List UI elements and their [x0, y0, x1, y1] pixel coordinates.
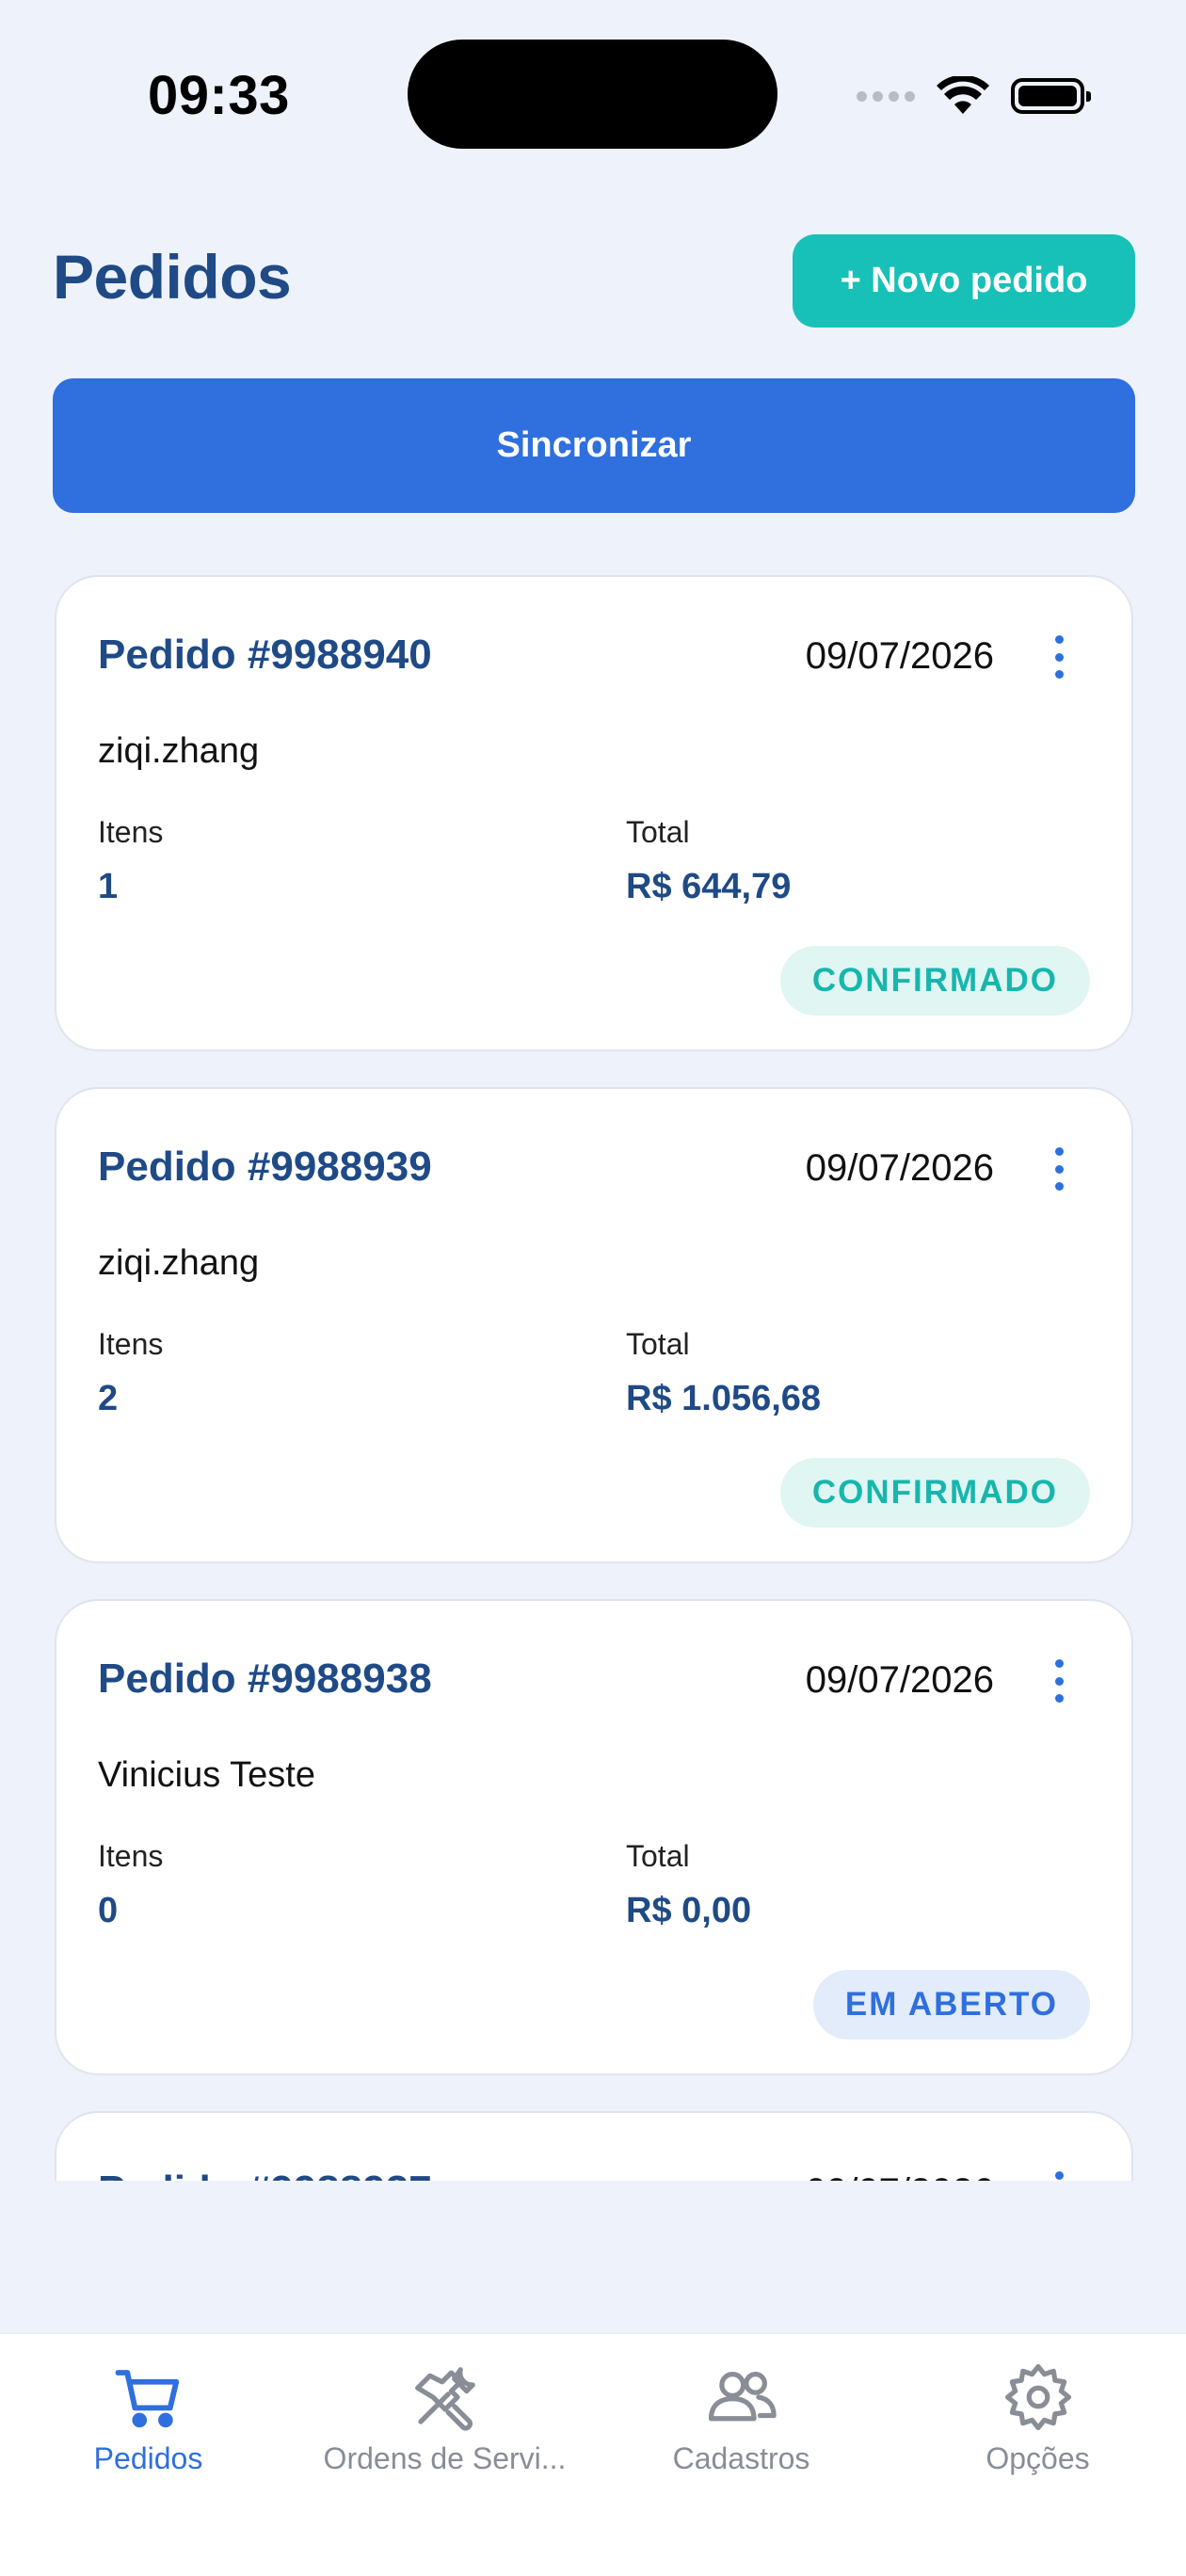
sync-button[interactable]: Sincronizar	[53, 378, 1135, 513]
tab-opcoes[interactable]: Opções	[890, 2360, 1186, 2476]
total-label: Total	[626, 1327, 690, 1361]
order-date: 09/07/2026	[806, 2171, 994, 2181]
order-id: Pedido #9988939	[98, 1144, 432, 1190]
total-label: Total	[626, 1839, 690, 1873]
battery-icon	[1011, 78, 1091, 114]
users-icon	[708, 2372, 777, 2422]
items-label: Itens	[98, 815, 164, 849]
orders-list[interactable]: Pedido #9988940 09/07/2026 ziqi.zhang It…	[0, 574, 1186, 2181]
order-id: Pedido #9988940	[98, 632, 432, 678]
tab-pedidos[interactable]: Pedidos	[0, 2360, 296, 2476]
order-card[interactable]: Pedido #9988939 09/07/2026 ziqi.zhang It…	[55, 1087, 1133, 1563]
order-date: 09/07/2026	[805, 1659, 994, 1701]
status-time: 09:33	[148, 65, 290, 126]
cart-icon	[115, 2370, 179, 2428]
status-badge: EM ABERTO	[812, 1970, 1090, 2040]
status-badge: CONFIRMADO	[779, 1458, 1090, 1528]
status-indicators	[857, 68, 1091, 124]
dynamic-island	[408, 40, 777, 149]
more-options-icon[interactable]	[1052, 635, 1066, 679]
tab-label: Cadastros	[672, 2441, 810, 2475]
page-title: Pedidos	[53, 242, 292, 312]
order-customer: Vinicius Teste	[98, 1755, 315, 1795]
tools-icon	[414, 2367, 475, 2431]
order-id: Pedido #9988937	[98, 2168, 432, 2181]
cellular-signal-icon	[857, 90, 915, 102]
total-label: Total	[626, 815, 690, 849]
order-date: 09/07/2026	[805, 1147, 994, 1189]
tab-label: Pedidos	[93, 2441, 203, 2475]
tab-cadastros[interactable]: Cadastros	[593, 2360, 890, 2476]
order-customer: ziqi.zhang	[98, 1243, 260, 1283]
items-value: 2	[98, 1379, 119, 1418]
status-badge: CONFIRMADO	[779, 946, 1090, 1016]
more-options-icon[interactable]	[1052, 1659, 1066, 1703]
order-card[interactable]: Pedido #9988938 09/07/2026 Vinicius Test…	[55, 1599, 1133, 2075]
bottom-tab-bar: Pedidos Ordens de Servi... Cadastros Opç…	[0, 2333, 1186, 2576]
items-value: 0	[98, 1891, 119, 1930]
order-customer: ziqi.zhang	[98, 731, 260, 771]
order-date: 09/07/2026	[805, 635, 994, 677]
more-options-icon[interactable]	[1052, 1147, 1066, 1191]
tab-label: Ordens de Servi...	[323, 2441, 567, 2475]
more-options-icon[interactable]	[1052, 2171, 1066, 2181]
items-label: Itens	[98, 1327, 164, 1361]
order-id: Pedido #9988938	[98, 1656, 432, 1702]
items-label: Itens	[98, 1839, 164, 1873]
tab-label: Opções	[986, 2441, 1090, 2475]
tab-ordens-de-servico[interactable]: Ordens de Servi...	[296, 2360, 593, 2476]
total-value: R$ 644,79	[626, 867, 792, 906]
wifi-icon	[937, 76, 989, 114]
new-order-button[interactable]: + Novo pedido	[793, 234, 1135, 328]
order-card[interactable]: Pedido #9988937 09/07/2026	[55, 2111, 1133, 2181]
total-value: R$ 1.056,68	[626, 1379, 822, 1418]
order-card[interactable]: Pedido #9988940 09/07/2026 ziqi.zhang It…	[55, 575, 1133, 1051]
total-value: R$ 0,00	[626, 1891, 752, 1930]
items-value: 1	[98, 867, 119, 906]
gear-icon	[1004, 2363, 1071, 2431]
